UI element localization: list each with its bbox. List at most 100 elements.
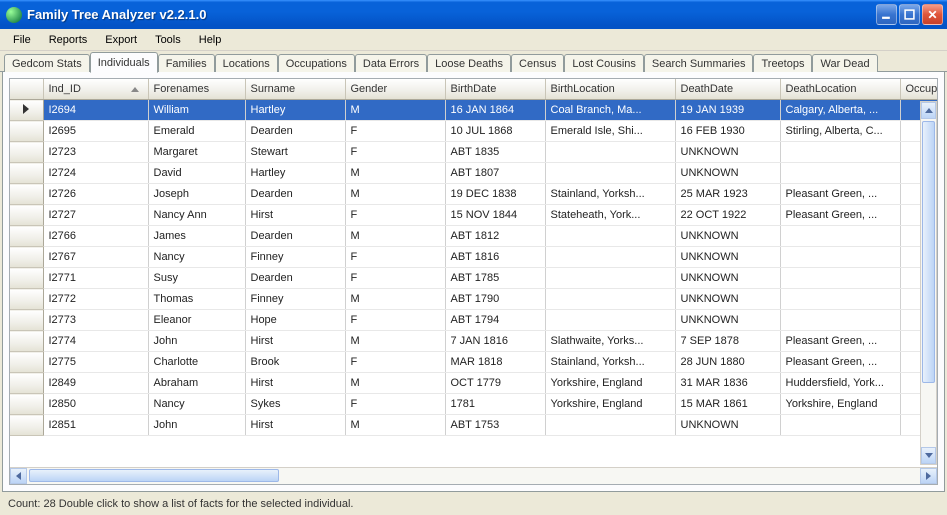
cell-fore[interactable]: Charlotte	[148, 352, 245, 373]
col-birthlocation[interactable]: BirthLocation	[545, 79, 675, 100]
cell-dl[interactable]: Stirling, Alberta, C...	[780, 121, 900, 142]
cell-dl[interactable]	[780, 289, 900, 310]
row-header[interactable]	[10, 100, 43, 121]
cell-dd[interactable]: 22 OCT 1922	[675, 205, 780, 226]
col-occupation[interactable]: Occupation	[900, 79, 938, 100]
cell-dl[interactable]: Pleasant Green, ...	[780, 331, 900, 352]
cell-fore[interactable]: Nancy Ann	[148, 205, 245, 226]
cell-dl[interactable]	[780, 310, 900, 331]
scroll-up-button[interactable]	[921, 102, 936, 119]
cell-sur[interactable]: Hirst	[245, 415, 345, 436]
cell-dl[interactable]	[780, 142, 900, 163]
cell-g[interactable]: M	[345, 226, 445, 247]
scroll-right-button[interactable]	[920, 468, 937, 484]
cell-bl[interactable]: Stainland, Yorksh...	[545, 352, 675, 373]
cell-id[interactable]: I2724	[43, 163, 148, 184]
cell-id[interactable]: I2767	[43, 247, 148, 268]
table-row[interactable]: I2850NancySykesF1781Yorkshire, England15…	[10, 394, 938, 415]
tab-war-dead[interactable]: War Dead	[812, 54, 877, 72]
cell-g[interactable]: M	[345, 184, 445, 205]
cell-sur[interactable]: Hirst	[245, 205, 345, 226]
cell-dd[interactable]: 15 MAR 1861	[675, 394, 780, 415]
table-row[interactable]: I2724DavidHartleyMABT 1807UNKNOWN	[10, 163, 938, 184]
col-surname[interactable]: Surname	[245, 79, 345, 100]
cell-id[interactable]: I2849	[43, 373, 148, 394]
cell-g[interactable]: F	[345, 352, 445, 373]
tab-individuals[interactable]: Individuals	[90, 52, 158, 73]
cell-bd[interactable]: ABT 1794	[445, 310, 545, 331]
col-gender[interactable]: Gender	[345, 79, 445, 100]
cell-bd[interactable]: OCT 1779	[445, 373, 545, 394]
cell-fore[interactable]: William	[148, 100, 245, 121]
vertical-scrollbar[interactable]	[920, 101, 937, 465]
menu-export[interactable]: Export	[96, 31, 146, 49]
cell-g[interactable]: M	[345, 289, 445, 310]
row-header[interactable]	[10, 247, 43, 268]
cell-bl[interactable]: Slathwaite, Yorks...	[545, 331, 675, 352]
cell-bl[interactable]: Coal Branch, Ma...	[545, 100, 675, 121]
cell-g[interactable]: M	[345, 373, 445, 394]
cell-sur[interactable]: Dearden	[245, 268, 345, 289]
horizontal-scrollbar[interactable]	[10, 467, 937, 484]
vscroll-thumb[interactable]	[922, 121, 935, 383]
cell-bl[interactable]	[545, 226, 675, 247]
cell-fore[interactable]: Susy	[148, 268, 245, 289]
table-row[interactable]: I2771SusyDeardenFABT 1785UNKNOWN	[10, 268, 938, 289]
row-header[interactable]	[10, 226, 43, 247]
table-row[interactable]: I2766JamesDeardenMABT 1812UNKNOWN	[10, 226, 938, 247]
cell-dl[interactable]: Calgary, Alberta, ...	[780, 100, 900, 121]
table-row[interactable]: I2772ThomasFinneyMABT 1790UNKNOWN	[10, 289, 938, 310]
cell-bl[interactable]	[545, 415, 675, 436]
cell-g[interactable]: M	[345, 331, 445, 352]
row-header[interactable]	[10, 310, 43, 331]
cell-g[interactable]: F	[345, 268, 445, 289]
cell-sur[interactable]: Hope	[245, 310, 345, 331]
cell-id[interactable]: I2774	[43, 331, 148, 352]
close-button[interactable]	[922, 4, 943, 25]
cell-dd[interactable]: UNKNOWN	[675, 268, 780, 289]
row-header[interactable]	[10, 163, 43, 184]
cell-fore[interactable]: Thomas	[148, 289, 245, 310]
table-row[interactable]: I2695EmeraldDeardenF10 JUL 1868Emerald I…	[10, 121, 938, 142]
row-header[interactable]	[10, 289, 43, 310]
cell-dd[interactable]: UNKNOWN	[675, 247, 780, 268]
cell-g[interactable]: F	[345, 121, 445, 142]
cell-fore[interactable]: David	[148, 163, 245, 184]
cell-g[interactable]: F	[345, 247, 445, 268]
row-header[interactable]	[10, 415, 43, 436]
cell-sur[interactable]: Hartley	[245, 100, 345, 121]
row-header[interactable]	[10, 268, 43, 289]
row-header[interactable]	[10, 394, 43, 415]
table-row[interactable]: I2694WilliamHartleyM16 JAN 1864Coal Bran…	[10, 100, 938, 121]
table-row[interactable]: I2723MargaretStewartFABT 1835UNKNOWN	[10, 142, 938, 163]
cell-bl[interactable]: Yorkshire, England	[545, 373, 675, 394]
cell-bl[interactable]	[545, 268, 675, 289]
cell-bl[interactable]: Stainland, Yorksh...	[545, 184, 675, 205]
menu-file[interactable]: File	[4, 31, 40, 49]
cell-bd[interactable]: 10 JUL 1868	[445, 121, 545, 142]
cell-g[interactable]: F	[345, 310, 445, 331]
cell-sur[interactable]: Dearden	[245, 226, 345, 247]
cell-dd[interactable]: 16 FEB 1930	[675, 121, 780, 142]
col-forenames[interactable]: Forenames	[148, 79, 245, 100]
cell-sur[interactable]: Hartley	[245, 163, 345, 184]
cell-sur[interactable]: Hirst	[245, 373, 345, 394]
cell-sur[interactable]: Finney	[245, 289, 345, 310]
cell-id[interactable]: I2694	[43, 100, 148, 121]
cell-fore[interactable]: Emerald	[148, 121, 245, 142]
cell-bd[interactable]: ABT 1807	[445, 163, 545, 184]
cell-fore[interactable]: Margaret	[148, 142, 245, 163]
cell-id[interactable]: I2723	[43, 142, 148, 163]
cell-id[interactable]: I2772	[43, 289, 148, 310]
cell-fore[interactable]: Nancy	[148, 247, 245, 268]
cell-g[interactable]: F	[345, 142, 445, 163]
cell-dd[interactable]: 28 JUN 1880	[675, 352, 780, 373]
cell-bl[interactable]	[545, 142, 675, 163]
cell-g[interactable]: M	[345, 100, 445, 121]
menu-help[interactable]: Help	[190, 31, 231, 49]
table-row[interactable]: I2774JohnHirstM7 JAN 1816Slathwaite, Yor…	[10, 331, 938, 352]
cell-bd[interactable]: 19 DEC 1838	[445, 184, 545, 205]
cell-id[interactable]: I2726	[43, 184, 148, 205]
table-row[interactable]: I2767NancyFinneyFABT 1816UNKNOWN	[10, 247, 938, 268]
tab-treetops[interactable]: Treetops	[753, 54, 812, 72]
